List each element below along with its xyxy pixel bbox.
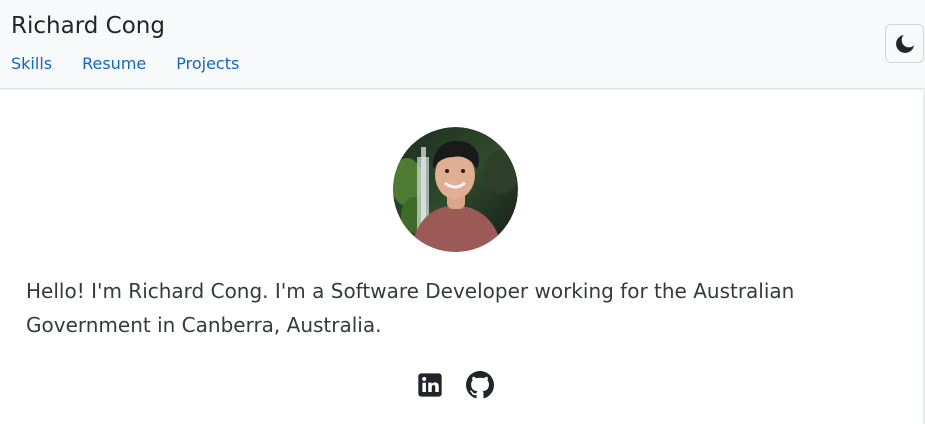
linkedin-icon[interactable] xyxy=(416,371,444,399)
nav-link-resume[interactable]: Resume xyxy=(82,52,146,76)
github-icon[interactable] xyxy=(466,371,494,399)
social-links xyxy=(416,371,494,399)
top-navbar: Richard Cong Skills Resume Projects xyxy=(0,0,925,89)
bio-text: Hello! I'm Richard Cong. I'm a Software … xyxy=(26,279,795,337)
avatar xyxy=(393,127,518,252)
nav-link-projects[interactable]: Projects xyxy=(176,52,239,76)
main-nav: Skills Resume Projects xyxy=(11,52,269,76)
nav-link-skills[interactable]: Skills xyxy=(11,52,52,76)
moon-icon xyxy=(895,34,914,53)
site-title[interactable]: Richard Cong xyxy=(11,11,165,41)
theme-toggle-button[interactable] xyxy=(885,24,924,63)
